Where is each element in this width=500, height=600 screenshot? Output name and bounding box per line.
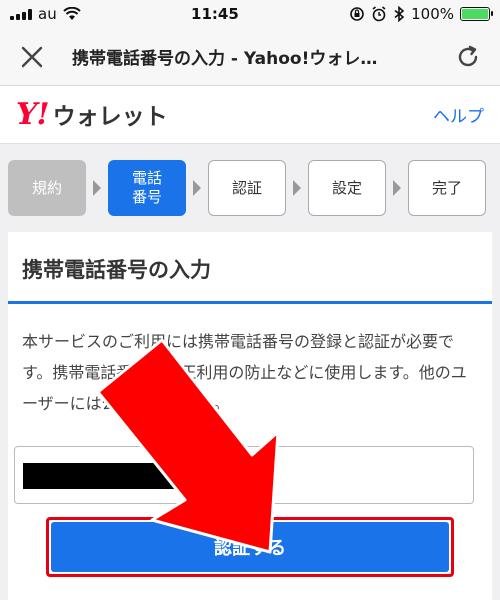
submit-highlight-box: 認証する: [46, 517, 454, 577]
logo-text: ウォレット: [52, 104, 168, 130]
step-arrow: [393, 180, 401, 196]
close-icon: [21, 46, 43, 67]
section-title: 携帯電話番号の入力: [8, 232, 492, 304]
redaction-bar: [23, 462, 223, 489]
alarm-icon: [372, 6, 386, 22]
step-phone-number: 電話 番号: [108, 160, 186, 216]
step-indicator: 規約 電話 番号 認証 設定 完了: [0, 144, 500, 232]
step-terms: 規約: [8, 160, 86, 216]
logo-mark: Y!: [16, 97, 50, 132]
step-settings: 設定: [308, 160, 386, 216]
clock: 11:45: [191, 5, 239, 23]
site-header: Y! ウォレット ヘルプ: [0, 86, 500, 144]
reload-button[interactable]: [450, 39, 486, 75]
phone-number-input[interactable]: [14, 445, 474, 504]
step-verification: 認証: [208, 160, 286, 216]
step-arrow: [93, 180, 101, 196]
close-button[interactable]: [14, 39, 50, 75]
status-left: au: [10, 5, 81, 23]
step-arrow: [293, 180, 301, 196]
battery-fill: [462, 9, 488, 19]
battery-icon: [460, 7, 493, 21]
signal-icon: [10, 8, 32, 20]
verify-button[interactable]: 認証する: [51, 522, 449, 572]
description-text: 本サービスのご利用には携帯電話番号の登録と認証が必要です。携帯電話番号は不正利用…: [22, 332, 467, 414]
battery-percent: 100%: [411, 5, 454, 23]
carrier-label: au: [38, 5, 57, 23]
yahoo-wallet-logo[interactable]: Y! ウォレット: [16, 97, 168, 132]
bluetooth-icon: [394, 6, 405, 22]
help-link[interactable]: ヘルプ: [433, 102, 484, 127]
page-title: 携帯電話番号の入力 - Yahoo!ウォレ…: [72, 49, 378, 69]
browser-navbar: 携帯電話番号の入力 - Yahoo!ウォレ…: [0, 28, 500, 86]
status-bar: au 11:45 100%: [0, 0, 500, 28]
orientation-lock-icon: [350, 7, 364, 21]
step-arrow: [193, 180, 201, 196]
wifi-icon: [63, 7, 81, 20]
step-complete: 完了: [408, 160, 486, 216]
status-right: 100%: [349, 5, 493, 23]
reload-icon: [458, 45, 478, 66]
